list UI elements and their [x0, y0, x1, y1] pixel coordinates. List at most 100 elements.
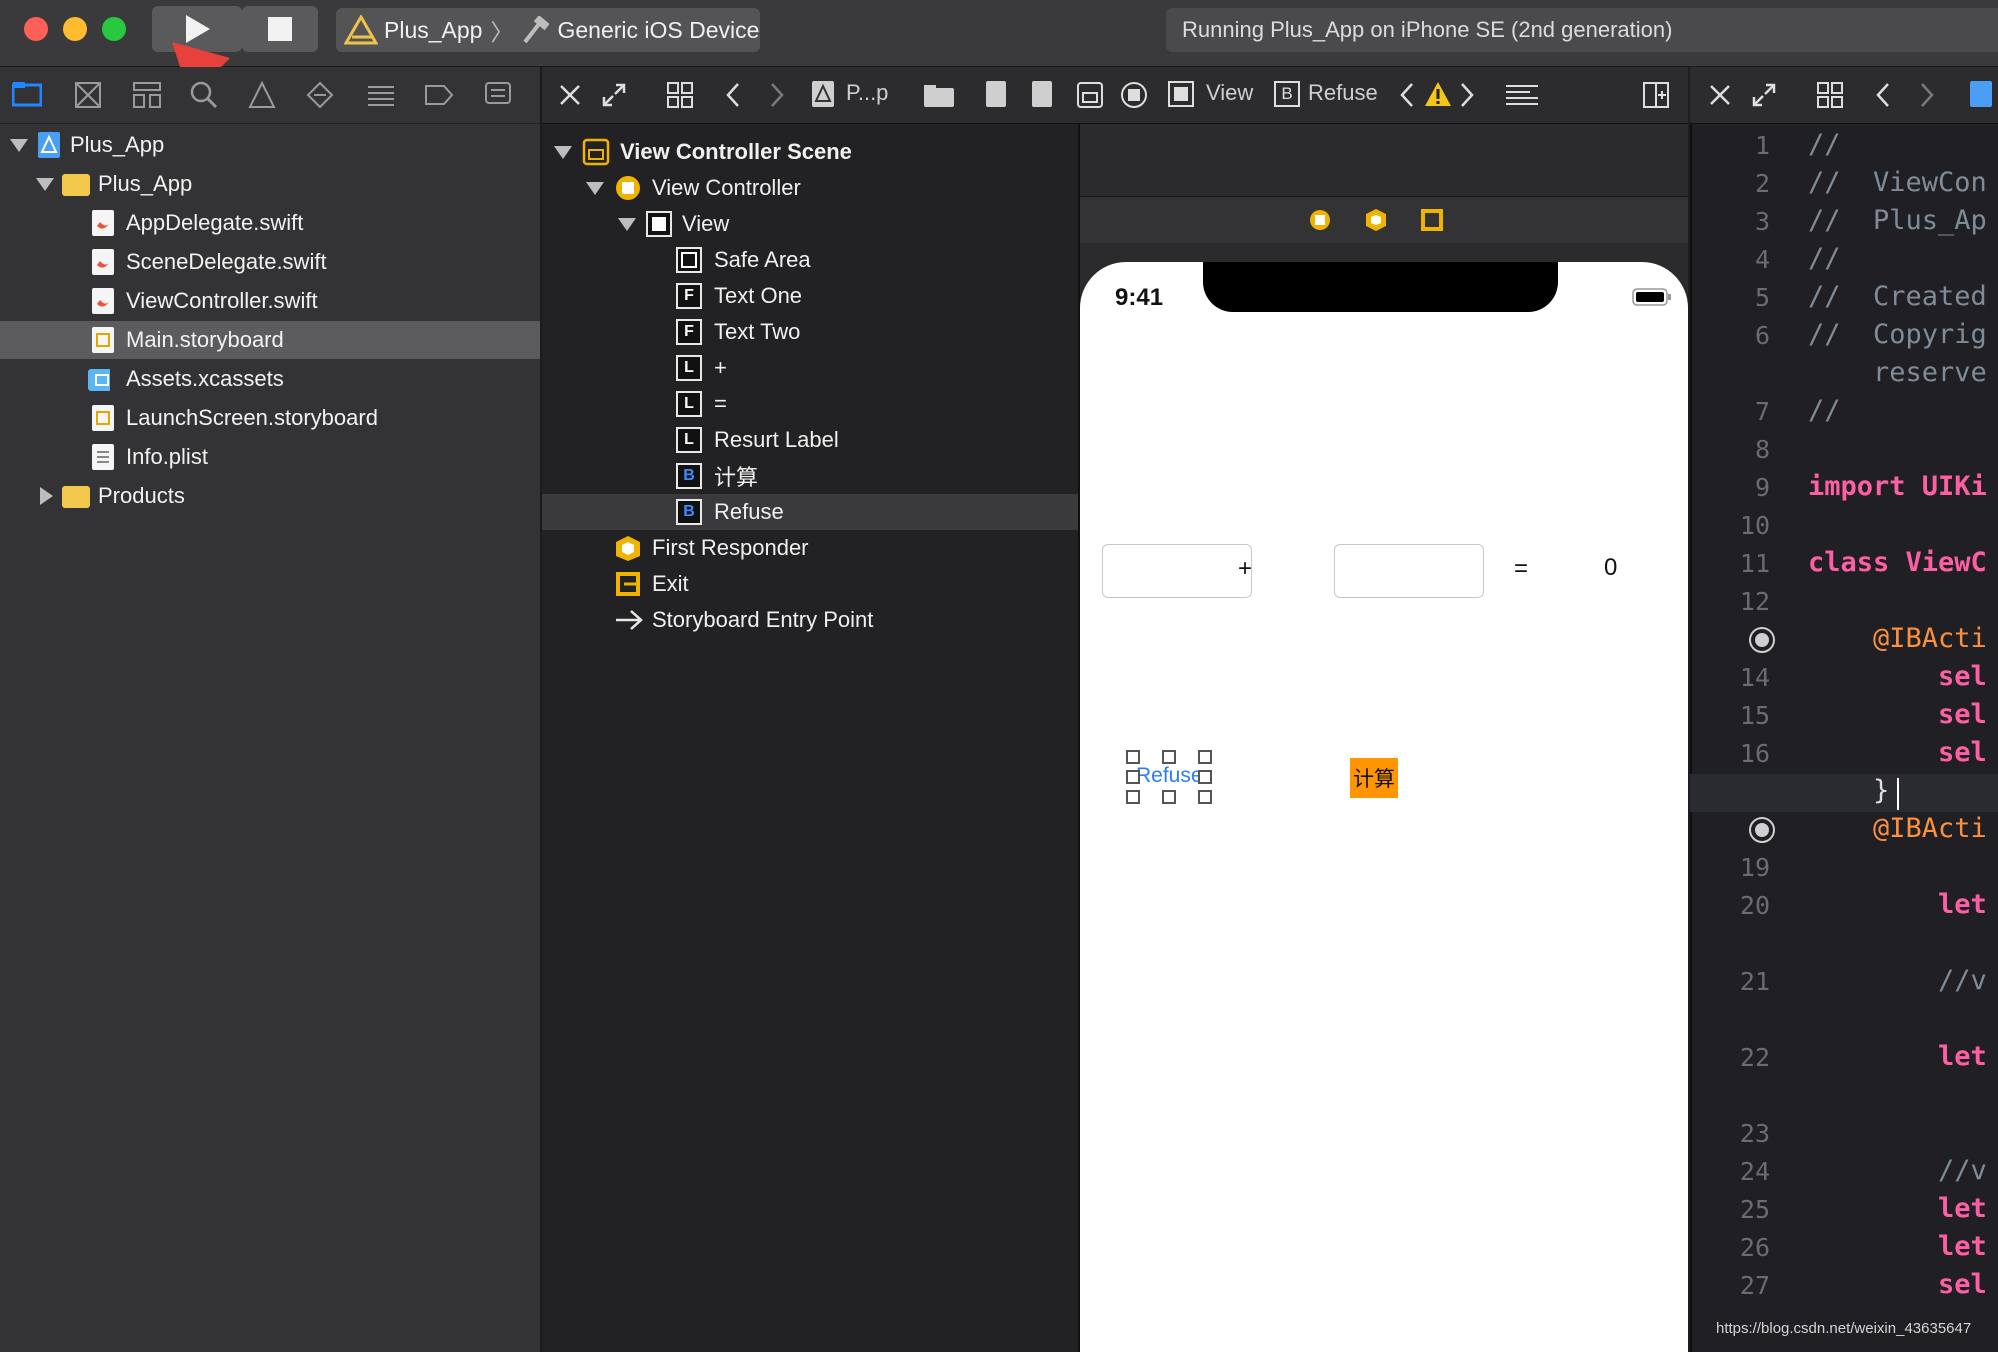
test-tab-icon[interactable]: [306, 81, 334, 109]
related-items-icon[interactable]: [1816, 81, 1844, 109]
code-line[interactable]: sel: [1808, 661, 1987, 692]
expand-icon[interactable]: [600, 81, 628, 109]
tree-item-project[interactable]: Plus_App: [0, 126, 540, 164]
code-line[interactable]: //: [1808, 129, 1841, 160]
warning-icon[interactable]: [1424, 81, 1452, 107]
tree-item-file[interactable]: LaunchScreen.storyboard: [0, 399, 540, 437]
crumb-project-label[interactable]: P...p: [846, 80, 888, 106]
code-line[interactable]: //v: [1808, 965, 1987, 996]
text-one-field[interactable]: [1102, 544, 1252, 598]
tree-item-group[interactable]: Plus_App: [0, 165, 540, 203]
add-editor-icon[interactable]: [1642, 81, 1670, 109]
code-line[interactable]: let: [1808, 1193, 1987, 1224]
resize-handle[interactable]: [1126, 790, 1140, 804]
code-line[interactable]: // Copyrig: [1808, 319, 1987, 350]
previous-issue-icon[interactable]: [1398, 81, 1416, 109]
outline-button-item-selected[interactable]: B Refuse: [542, 494, 1078, 530]
code-line[interactable]: //: [1808, 243, 1841, 274]
refuse-button[interactable]: Refuse: [1126, 750, 1212, 804]
folder-tab-icon[interactable]: [12, 81, 42, 107]
resize-handle[interactable]: [1198, 790, 1212, 804]
zoom-window-button[interactable]: [102, 17, 126, 41]
tree-item-group[interactable]: Products: [0, 477, 540, 515]
chevron-left-icon[interactable]: [724, 81, 742, 109]
code-line[interactable]: let: [1808, 1041, 1987, 1072]
code-line[interactable]: class ViewC: [1808, 547, 1987, 578]
expand-icon[interactable]: [1750, 81, 1778, 109]
project-crumb-icon[interactable]: [812, 81, 834, 107]
outline-label-item[interactable]: L =: [542, 386, 1078, 422]
close-icon[interactable]: [1708, 83, 1732, 107]
project-crumb-icon[interactable]: [1970, 81, 1992, 107]
disclosure-open-icon[interactable]: [10, 139, 28, 152]
tree-item-file[interactable]: AppDelegate.swift: [0, 204, 540, 242]
disclosure-open-icon[interactable]: [554, 146, 572, 159]
resize-handle[interactable]: [1198, 770, 1212, 784]
chevron-right-icon[interactable]: [1918, 81, 1936, 109]
code-line[interactable]: sel: [1808, 737, 1987, 768]
code-line[interactable]: sel: [1808, 1269, 1987, 1300]
tree-item-file-selected[interactable]: Main.storyboard: [0, 321, 540, 359]
code-line[interactable]: reserve: [1808, 357, 1987, 388]
disclosure-open-icon[interactable]: [618, 218, 636, 231]
resize-handle[interactable]: [1198, 750, 1212, 764]
resize-handle[interactable]: [1126, 770, 1140, 784]
outline-label-item[interactable]: L +: [542, 350, 1078, 386]
code-line[interactable]: // Created: [1808, 281, 1987, 312]
close-window-button[interactable]: [24, 17, 48, 41]
disclosure-closed-icon[interactable]: [40, 487, 53, 505]
calculate-button[interactable]: 计算: [1350, 758, 1398, 798]
outline-view[interactable]: View: [542, 206, 1078, 242]
outline-scene[interactable]: View Controller Scene: [542, 134, 1078, 170]
related-items-icon[interactable]: [666, 81, 694, 109]
disclosure-open-icon[interactable]: [36, 178, 54, 191]
controller-crumb-icon[interactable]: [1120, 81, 1148, 109]
scheme-selector[interactable]: Plus_App 〉 Generic iOS Device: [336, 8, 760, 52]
code-line[interactable]: sel: [1808, 699, 1987, 730]
code-line[interactable]: //: [1808, 395, 1841, 426]
tree-item-file[interactable]: Assets.xcassets: [0, 360, 540, 398]
code-line[interactable]: }: [1808, 775, 1889, 806]
view-crumb-icon[interactable]: [1168, 81, 1194, 107]
chevron-left-icon[interactable]: [1874, 81, 1892, 109]
editor-options-icon[interactable]: [1504, 83, 1540, 107]
resize-handle[interactable]: [1162, 790, 1176, 804]
code-line[interactable]: let: [1808, 1231, 1987, 1262]
outline-view-controller[interactable]: View Controller: [542, 170, 1078, 206]
tree-item-file[interactable]: SceneDelegate.swift: [0, 243, 540, 281]
code-line[interactable]: @IBActi: [1808, 813, 1987, 844]
debug-tab-icon[interactable]: [366, 83, 396, 107]
disclosure-open-icon[interactable]: [586, 182, 604, 195]
chevron-right-icon[interactable]: [768, 81, 786, 109]
warning-tab-icon[interactable]: [248, 81, 276, 109]
outline-label-item[interactable]: L Resurt Label: [542, 422, 1078, 458]
scene-crumb-icon[interactable]: [1076, 81, 1104, 109]
next-issue-icon[interactable]: [1458, 81, 1476, 109]
code-line[interactable]: import UIKi: [1808, 471, 1987, 502]
storyboard-crumb-icon[interactable]: [986, 81, 1006, 107]
resize-handle[interactable]: [1162, 750, 1176, 764]
code-line[interactable]: @IBActi: [1808, 623, 1987, 654]
outline-entry-point[interactable]: Storyboard Entry Point: [542, 602, 1078, 638]
code-line[interactable]: let: [1808, 889, 1987, 920]
crumb-button-label[interactable]: Refuse: [1308, 80, 1378, 106]
code-line[interactable]: //v: [1808, 1155, 1987, 1186]
outline-first-responder[interactable]: First Responder: [542, 530, 1078, 566]
breakpoint-tab-icon[interactable]: [424, 83, 454, 107]
code-line[interactable]: // Plus_Ap: [1808, 205, 1987, 236]
code-line[interactable]: // ViewCon: [1808, 167, 1987, 198]
dock-exit-icon[interactable]: [1420, 208, 1444, 232]
ib-connection-dot-icon[interactable]: [1748, 626, 1776, 654]
tree-item-file[interactable]: ViewController.swift: [0, 282, 540, 320]
search-icon[interactable]: [190, 81, 218, 109]
source-control-tab-icon[interactable]: [74, 81, 102, 109]
dock-first-responder-icon[interactable]: [1364, 208, 1388, 232]
outline-safe-area[interactable]: Safe Area: [542, 242, 1078, 278]
report-tab-icon[interactable]: [484, 81, 512, 109]
resize-handle[interactable]: [1126, 750, 1140, 764]
outline-text-field[interactable]: F Text Two: [542, 314, 1078, 350]
folder-crumb-icon[interactable]: [924, 85, 954, 107]
tree-item-file[interactable]: Info.plist: [0, 438, 540, 476]
symbol-tab-icon[interactable]: [132, 81, 162, 109]
dock-view-controller-icon[interactable]: [1308, 208, 1332, 232]
